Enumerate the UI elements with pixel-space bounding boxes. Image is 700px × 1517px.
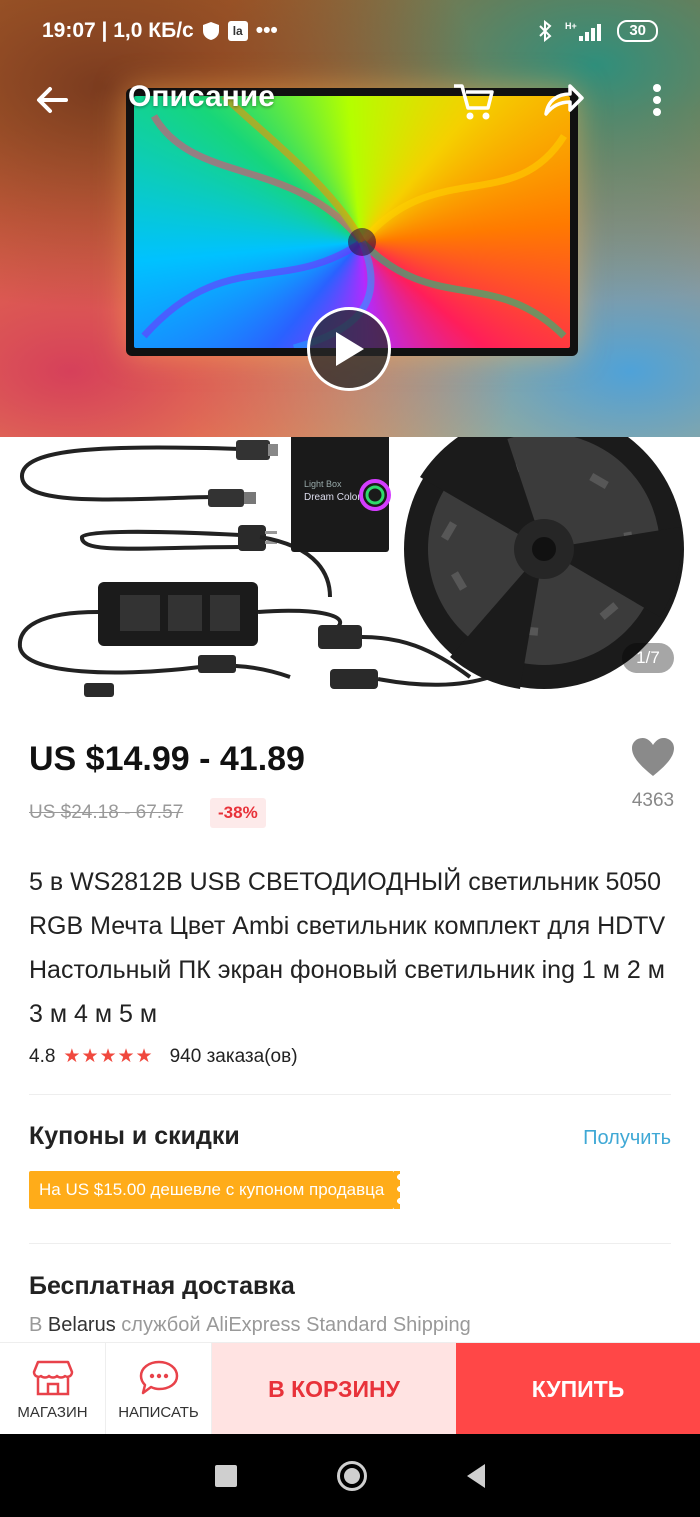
bluetooth-icon	[539, 20, 552, 42]
more-vertical-icon	[653, 84, 661, 116]
wishlist-count: 4363	[631, 790, 675, 811]
cart-button[interactable]	[450, 76, 498, 124]
store-icon	[32, 1360, 73, 1395]
shield-icon	[202, 22, 219, 40]
more-options-button[interactable]	[640, 76, 674, 124]
store-button[interactable]: МАГАЗИН	[0, 1343, 106, 1435]
arrow-left-icon	[37, 87, 68, 113]
chat-icon	[139, 1360, 178, 1394]
buy-now-button[interactable]: КУПИТЬ	[456, 1343, 700, 1435]
rating-stars-icon: ★★★★★	[63, 1046, 154, 1067]
top-app-bar: Описание	[0, 66, 700, 134]
recent-apps-icon[interactable]	[215, 1464, 237, 1487]
coupons-title: Купоны и скидки	[29, 1122, 240, 1150]
product-photo[interactable]: Light Box Dream Color	[0, 437, 700, 700]
battery-indicator: 30	[617, 20, 658, 42]
cart-icon	[454, 84, 494, 120]
divider	[29, 1243, 671, 1244]
add-to-cart-button[interactable]: В КОРЗИНУ	[212, 1343, 456, 1435]
signal-icon: H+	[565, 21, 602, 41]
image-counter: 1/7	[622, 643, 674, 673]
shipping-method: службой AliExpress Standard Shipping	[121, 1314, 471, 1336]
seller-coupon-badge[interactable]: На US $15.00 дешевле с купоном продавца	[29, 1171, 401, 1209]
system-status-bar: 19:07 | 1,0 КБ/с la ••• H+ 30	[0, 0, 700, 62]
rating-row[interactable]: 4.8 ★★★★★ 940 заказа(ов)	[29, 1045, 298, 1068]
share-icon	[544, 84, 584, 116]
orders-count: 940 заказа(ов)	[169, 1045, 298, 1067]
discount-badge: -38%	[210, 798, 266, 828]
shipping-prefix: В	[29, 1314, 43, 1336]
back-triangle-icon[interactable]	[467, 1463, 485, 1488]
box-label-2: Dream Color	[304, 492, 361, 503]
shipping-details: В Belarus службой AliExpress Standard Sh…	[29, 1314, 471, 1337]
get-coupon-link[interactable]: Получить	[583, 1127, 671, 1150]
shipping-country: Belarus	[47, 1314, 116, 1336]
play-icon	[336, 332, 364, 366]
more-notifications-icon: •••	[255, 19, 278, 42]
shipping-title[interactable]: Бесплатная доставка	[29, 1272, 295, 1301]
message-label: НАПИСАТЬ	[118, 1403, 199, 1421]
store-label: МАГАЗИН	[17, 1403, 88, 1421]
box-label-1: Light Box	[304, 479, 342, 489]
system-nav-bar	[0, 1434, 700, 1517]
bottom-action-bar: МАГАЗИН НАПИСАТЬ В КОРЗИНУ КУПИТЬ	[0, 1342, 700, 1435]
product-title: 5 в WS2812B USB СВЕТОДИОДНЫЙ светильник …	[29, 868, 666, 1028]
message-seller-button[interactable]: НАПИСАТЬ	[106, 1343, 212, 1435]
back-button[interactable]	[30, 78, 74, 122]
heart-icon	[632, 738, 674, 776]
status-time-speed: 19:07 | 1,0 КБ/с	[42, 19, 194, 42]
app-notification-icon: la	[227, 21, 248, 41]
share-button[interactable]	[538, 76, 586, 124]
page-title: Описание	[128, 80, 275, 113]
divider	[29, 1094, 671, 1095]
svg-text:H+: H+	[565, 21, 577, 31]
wishlist-button[interactable]	[630, 736, 676, 778]
original-price: US $24.18 - 67.57	[29, 802, 184, 823]
product-price: US $14.99 - 41.89	[29, 740, 305, 778]
home-icon[interactable]	[337, 1460, 367, 1491]
play-video-button[interactable]	[307, 307, 391, 391]
rating-value: 4.8	[29, 1045, 56, 1067]
